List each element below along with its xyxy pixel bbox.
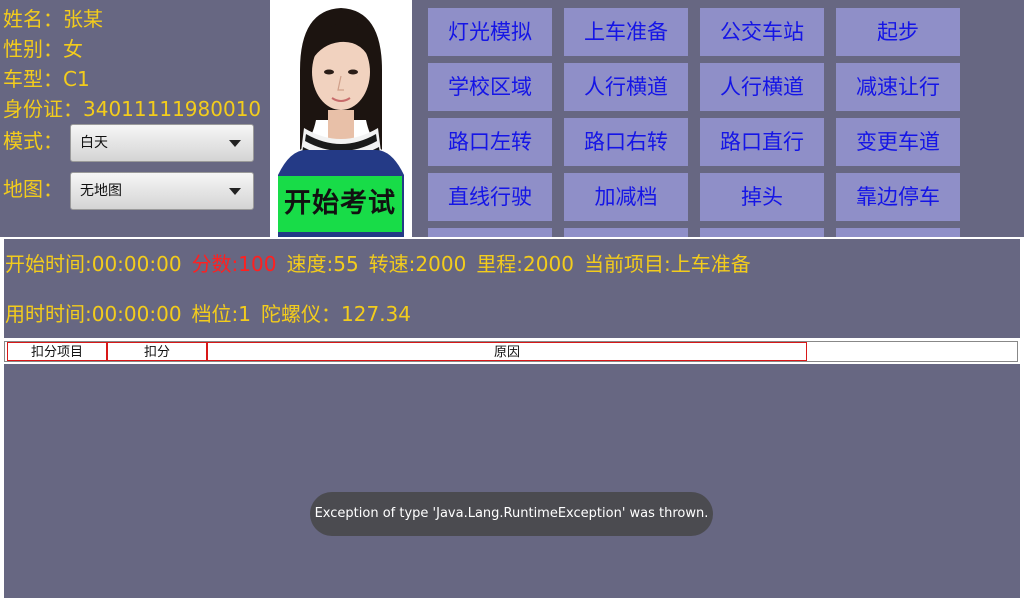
exam-item-button[interactable]: 路口左转 — [428, 118, 552, 166]
exam-item-button[interactable]: 人行横道 — [564, 63, 688, 111]
dropdown-arrow-icon — [229, 140, 241, 147]
exam-item-button-partial[interactable] — [836, 228, 960, 237]
speed: 速度:55 — [286, 252, 359, 276]
candidate-car-type: 车型：C1 — [3, 67, 90, 91]
exam-item-button[interactable]: 灯光模拟 — [428, 8, 552, 56]
status-row-1: 开始时间:00:00:00 分数:100 速度:55 转速:2000 里程:2000 当前… — [5, 248, 761, 277]
dropdown-arrow-icon — [229, 188, 241, 195]
exam-item-button[interactable]: 公交车站 — [700, 8, 824, 56]
toast-message: Exception of type 'Java.Lang.RuntimeExce… — [310, 492, 713, 536]
candidate-gender: 性别：女 — [3, 37, 83, 61]
column-header-item: 扣分项目 — [7, 342, 107, 361]
candidate-name: 姓名：张某 — [3, 7, 103, 31]
exam-item-button[interactable]: 路口直行 — [700, 118, 824, 166]
gyro: 陀螺仪：127.34 — [261, 302, 412, 326]
candidate-id: 身份证：34011111980010 — [3, 97, 262, 121]
rpm: 转速:2000 — [368, 252, 467, 276]
exam-item-button[interactable]: 路口右转 — [564, 118, 688, 166]
status-panel: 开始时间:00:00:00 分数:100 速度:55 转速:2000 里程:2000 当前… — [4, 239, 1020, 338]
deduction-list — [4, 364, 1020, 598]
exam-item-button-partial[interactable] — [428, 228, 552, 237]
mode-label: 模式： — [3, 129, 63, 153]
current-item: 当前项目:上车准备 — [583, 252, 751, 276]
mode-select[interactable]: 白天 — [70, 124, 254, 162]
exam-item-button[interactable]: 学校区域 — [428, 63, 552, 111]
exam-item-button[interactable]: 变更车道 — [836, 118, 960, 166]
exam-item-button-partial[interactable] — [700, 228, 824, 237]
map-label: 地图： — [3, 177, 63, 201]
exam-item-button[interactable]: 人行横道 — [700, 63, 824, 111]
column-header-points: 扣分 — [107, 342, 207, 361]
column-header-reason: 原因 — [207, 342, 807, 361]
exam-item-button[interactable]: 直线行驶 — [428, 173, 552, 221]
map-selected-value: 无地图 — [80, 183, 122, 199]
status-row-2: 用时时间:00:00:00 档位:1 陀螺仪：127.34 — [5, 298, 421, 327]
exam-item-button[interactable]: 掉头 — [700, 173, 824, 221]
elapsed-time: 用时时间:00:00:00 — [5, 302, 182, 326]
exam-items-grid: 灯光模拟 上车准备 公交车站 起步 学校区域 人行横道 人行横道 减速让行 路口… — [412, 0, 1024, 237]
start-exam-button[interactable]: 开始考试 — [278, 176, 402, 232]
start-time: 开始时间:00:00:00 — [5, 252, 182, 276]
exam-item-button[interactable]: 加减档 — [564, 173, 688, 221]
score: 分数:100 — [191, 252, 277, 276]
deduction-table-header: 扣分项目 扣分 原因 — [4, 341, 1018, 362]
mode-selected-value: 白天 — [80, 135, 108, 151]
candidate-info-panel: 姓名：张某 性别：女 车型：C1 身份证：34011111980010 模式： … — [0, 0, 270, 237]
exam-item-button[interactable]: 靠边停车 — [836, 173, 960, 221]
map-select[interactable]: 无地图 — [70, 172, 254, 210]
exam-item-button[interactable]: 起步 — [836, 8, 960, 56]
exam-item-button[interactable]: 减速让行 — [836, 63, 960, 111]
exam-item-button[interactable]: 上车准备 — [564, 8, 688, 56]
exam-item-button-partial[interactable] — [564, 228, 688, 237]
mileage: 里程:2000 — [476, 252, 574, 276]
gear: 档位:1 — [191, 302, 252, 326]
